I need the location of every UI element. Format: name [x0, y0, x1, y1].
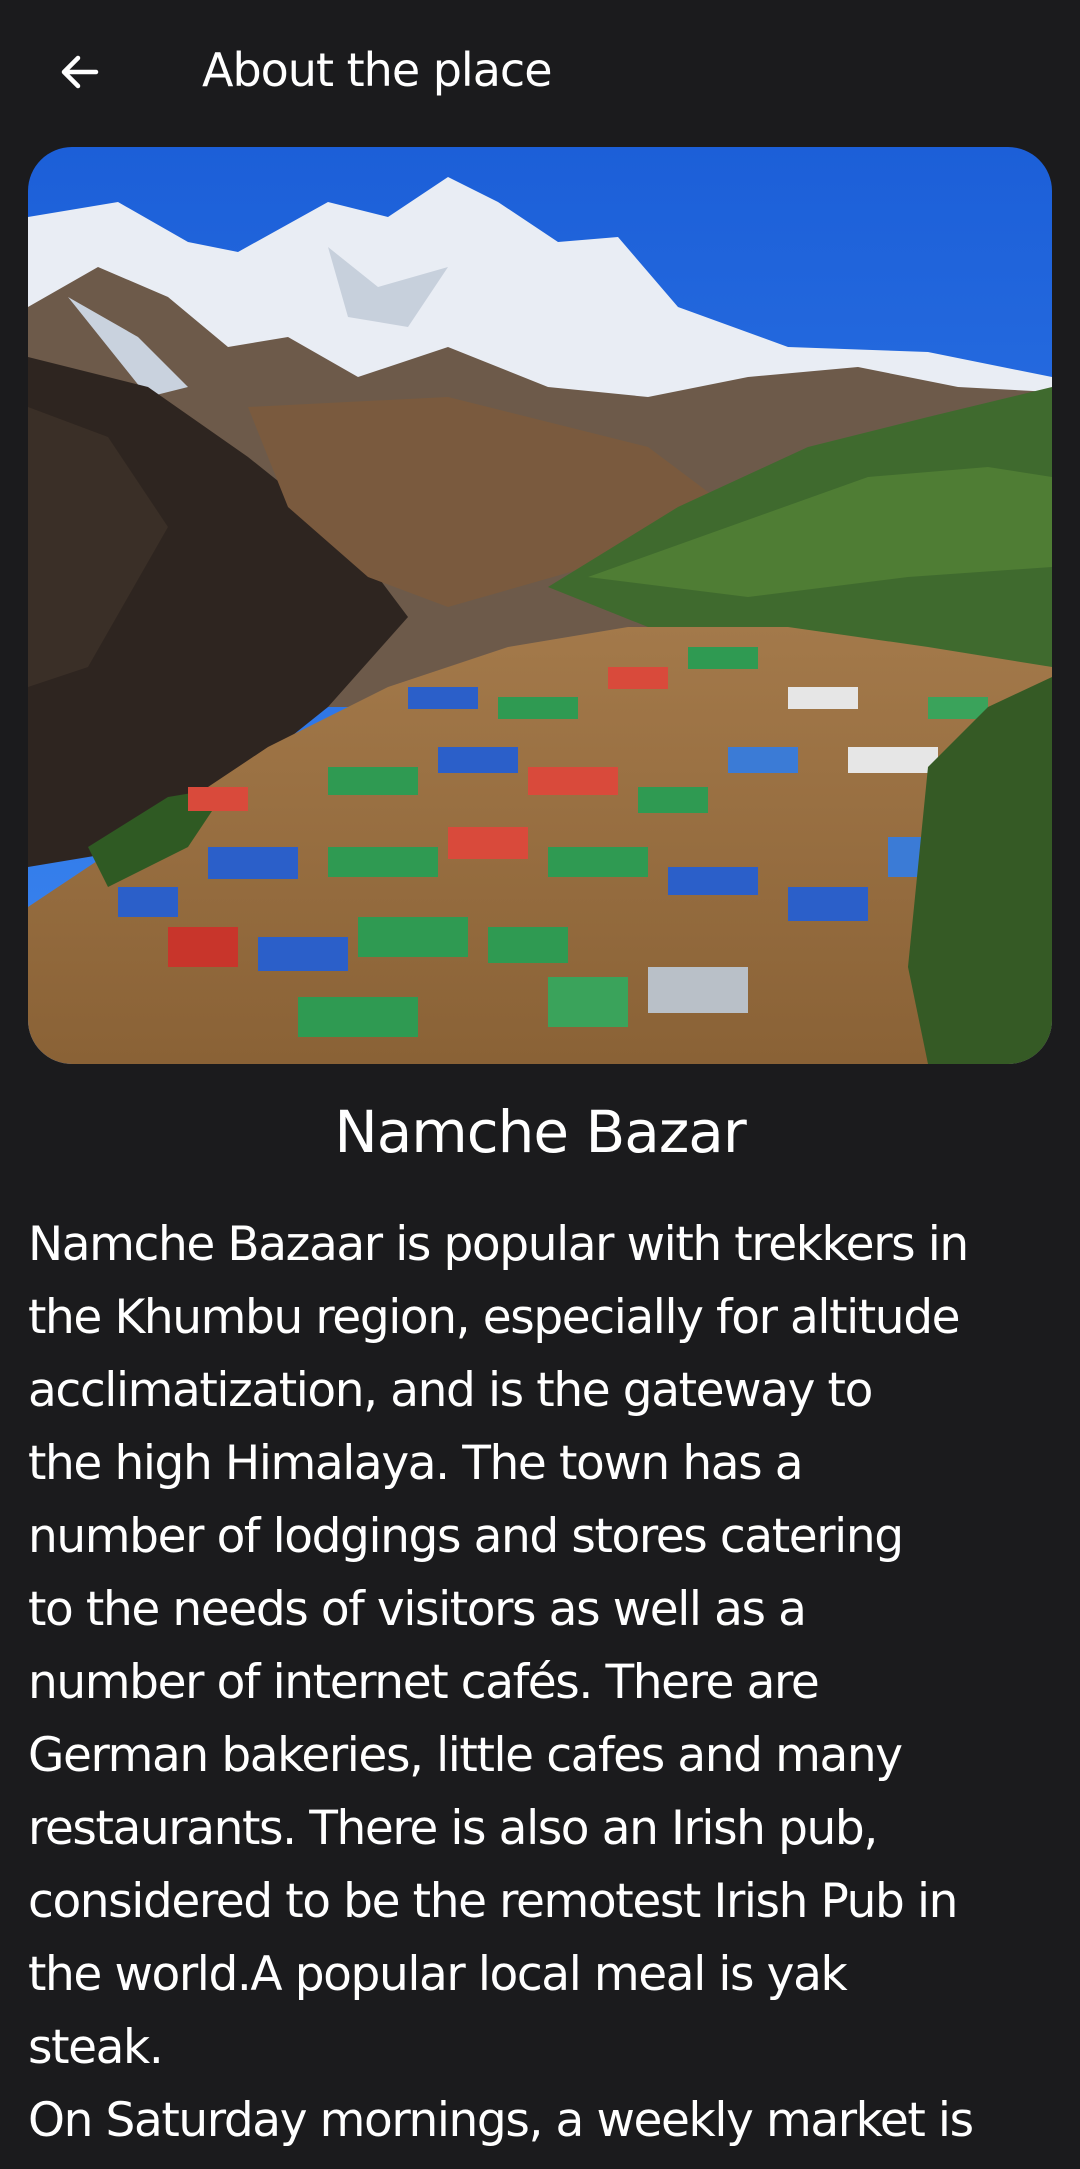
arrow-left-icon: [61, 55, 99, 89]
description-paragraph: Namche Bazaar is popular with trekkers i…: [28, 1217, 969, 2075]
place-photo: [28, 147, 1052, 1064]
description-paragraph: On Saturday mornings, a weekly market is: [28, 2093, 974, 2148]
app-bar: About the place: [0, 0, 1080, 140]
page-title: About the place: [202, 43, 552, 97]
back-button[interactable]: [44, 36, 116, 108]
place-name: Namche Bazar: [334, 1098, 746, 1166]
place-description: Namche Bazaar is popular with trekkers i…: [28, 1208, 1058, 2157]
